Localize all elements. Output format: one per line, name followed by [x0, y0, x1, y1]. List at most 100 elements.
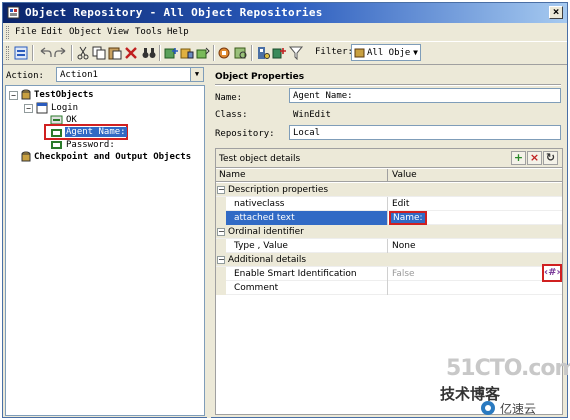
- property-row-type-value[interactable]: Type , Value None: [216, 239, 562, 253]
- collapse-toggle[interactable]: −: [9, 91, 18, 100]
- add-objects-icon: [164, 48, 178, 59]
- name-label: Name:: [215, 93, 243, 103]
- menu-file[interactable]: File: [15, 27, 37, 37]
- row-gutter: [216, 211, 226, 225]
- find-button[interactable]: [141, 46, 157, 60]
- property-value[interactable]: None: [392, 241, 415, 251]
- tree-node-password[interactable]: Password:: [66, 140, 115, 150]
- collapse-toggle[interactable]: −: [217, 228, 225, 236]
- chevron-down-icon: ▼: [190, 68, 203, 81]
- locate-in-repository-button[interactable]: [233, 46, 249, 60]
- copy-to-local-button[interactable]: [195, 46, 211, 60]
- watermark-brand: 亿速云: [500, 402, 537, 416]
- object-spy-button[interactable]: [255, 46, 271, 60]
- paste-icon: [108, 47, 122, 60]
- update-from-app-button[interactable]: [179, 46, 195, 60]
- filter-dropdown[interactable]: All Obje ▼: [351, 44, 421, 61]
- filter-funnel-icon: [289, 46, 304, 60]
- tree-root-testobjects[interactable]: TestObjects: [34, 90, 94, 100]
- row-gutter: [216, 281, 226, 295]
- collapse-toggle[interactable]: −: [24, 104, 33, 113]
- filter-value: All Obje: [367, 48, 411, 58]
- refresh-button[interactable]: ↻: [543, 151, 558, 165]
- group-label: Ordinal identifier: [228, 227, 304, 237]
- property-value-wrapper: Name:: [389, 211, 427, 225]
- class-label: Class:: [215, 110, 248, 120]
- menu-edit[interactable]: Edit: [41, 27, 63, 37]
- locate-object-icon: [234, 47, 247, 59]
- object-properties-header: Object Properties: [215, 72, 305, 82]
- add-objects-button[interactable]: [163, 46, 179, 60]
- remove-property-button[interactable]: ×: [527, 151, 542, 165]
- close-button[interactable]: ×: [549, 6, 563, 19]
- name-field[interactable]: Agent Name:: [289, 88, 561, 103]
- cloud-logo-icon: [481, 401, 495, 415]
- property-name: Enable Smart Identification: [234, 269, 357, 279]
- column-divider: [387, 197, 388, 211]
- add-property-button[interactable]: +: [511, 151, 526, 165]
- property-value[interactable]: Edit: [392, 199, 409, 209]
- new-object-icon: [272, 48, 286, 59]
- group-label: Description properties: [228, 185, 329, 195]
- row-gutter: [216, 267, 226, 281]
- class-value: WinEdit: [293, 110, 331, 120]
- group-ordinal-identifier[interactable]: − Ordinal identifier: [216, 225, 562, 239]
- property-name: Type , Value: [234, 241, 288, 251]
- parameter-config-button[interactable]: ‹#›: [542, 264, 562, 282]
- toolbar-separator: [251, 45, 253, 61]
- column-header-name[interactable]: Name: [219, 170, 246, 180]
- cut-button[interactable]: [75, 46, 91, 60]
- property-name: attached text: [234, 213, 295, 223]
- all-objects-icon: [354, 48, 365, 58]
- group-label: Additional details: [228, 255, 307, 265]
- property-row-comment[interactable]: Comment: [216, 281, 562, 295]
- tree-root-checkpoints[interactable]: Checkpoint and Output Objects: [34, 152, 191, 162]
- group-additional-details[interactable]: − Additional details: [216, 253, 562, 267]
- delete-button[interactable]: [123, 46, 139, 60]
- menu-tools[interactable]: Tools: [135, 27, 162, 37]
- menu-view[interactable]: View: [107, 27, 129, 37]
- action-value: Action1: [60, 70, 98, 80]
- collapse-toggle[interactable]: −: [217, 256, 225, 264]
- paste-button[interactable]: [107, 46, 123, 60]
- copy-button[interactable]: [91, 46, 107, 60]
- toolbar-separator: [32, 45, 34, 61]
- scissors-icon: [77, 46, 89, 60]
- column-divider: [387, 169, 388, 182]
- column-divider: [387, 239, 388, 253]
- tree-node-login[interactable]: Login: [51, 103, 78, 113]
- row-gutter: [216, 239, 226, 253]
- menubar-grip: [6, 26, 9, 39]
- action-dropdown[interactable]: Action1 ▼: [56, 67, 204, 82]
- edit-box-icon: [51, 141, 62, 149]
- properties-view-button[interactable]: [13, 46, 29, 60]
- property-row-smart-identification[interactable]: Enable Smart Identification False: [216, 267, 562, 281]
- menu-help[interactable]: Help: [167, 27, 189, 37]
- highlight-object-icon: [218, 47, 230, 59]
- define-new-object-button[interactable]: [271, 46, 287, 60]
- property-row-attached-text[interactable]: attached text Name:: [216, 211, 562, 225]
- group-description-properties[interactable]: − Description properties: [216, 183, 562, 197]
- collapse-toggle[interactable]: −: [217, 186, 225, 194]
- row-gutter: [216, 197, 226, 211]
- filter-icon-button[interactable]: [289, 46, 305, 60]
- menu-object[interactable]: Object: [69, 27, 102, 37]
- tree-node-agent-name[interactable]: Agent Name:: [65, 127, 127, 137]
- repository-label: Repository:: [215, 129, 275, 139]
- redo-button[interactable]: [53, 46, 69, 60]
- copy-to-local-icon: [196, 47, 210, 59]
- dialog-icon: [36, 102, 48, 114]
- window-title: Object Repository - All Object Repositor…: [25, 6, 323, 19]
- details-title: Test object details: [219, 154, 301, 164]
- undo-button[interactable]: [37, 46, 53, 60]
- attached-text-value[interactable]: Name:: [389, 211, 427, 225]
- watermark-site: 51CTO.com: [446, 356, 570, 381]
- repository-field: Local: [289, 125, 561, 140]
- highlight-button[interactable]: [217, 46, 233, 60]
- property-row-nativeclass[interactable]: nativeclass Edit: [216, 197, 562, 211]
- watermark-logo: 亿速云: [480, 398, 570, 418]
- menu-bar: File Edit Object View Tools Help: [3, 24, 567, 41]
- action-label: Action:: [6, 71, 44, 81]
- column-header-value[interactable]: Value: [392, 170, 417, 180]
- property-name: nativeclass: [234, 199, 285, 209]
